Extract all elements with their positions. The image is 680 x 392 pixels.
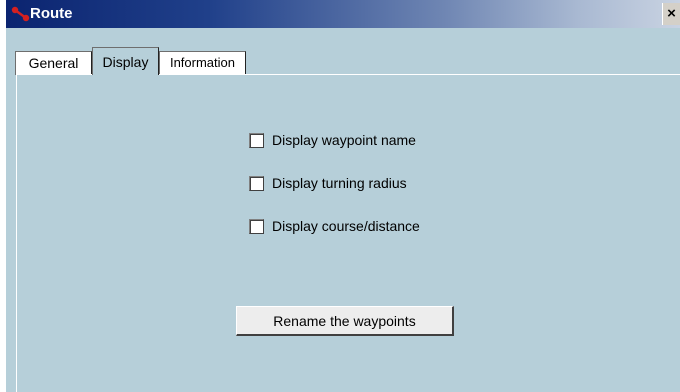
rename-waypoints-button[interactable]: Rename the waypoints	[236, 306, 454, 336]
waypoint-name-checkbox[interactable]	[249, 133, 264, 148]
tab-general[interactable]: General	[15, 51, 92, 75]
route-window: Route × General Display Information Disp…	[6, 0, 680, 392]
course-distance-label: Display course/distance	[272, 218, 420, 234]
route-icon	[11, 6, 30, 22]
title-bar[interactable]: Route ×	[6, 0, 680, 28]
window-title: Route	[30, 5, 73, 22]
turning-radius-label: Display turning radius	[272, 175, 407, 191]
close-icon: ×	[667, 5, 676, 22]
close-button[interactable]: ×	[662, 3, 680, 25]
tab-display[interactable]: Display	[92, 47, 159, 75]
turning-radius-checkbox[interactable]	[249, 176, 264, 191]
course-distance-checkbox[interactable]	[249, 219, 264, 234]
tab-information[interactable]: Information	[159, 51, 246, 75]
waypoint-name-label: Display waypoint name	[272, 132, 416, 148]
